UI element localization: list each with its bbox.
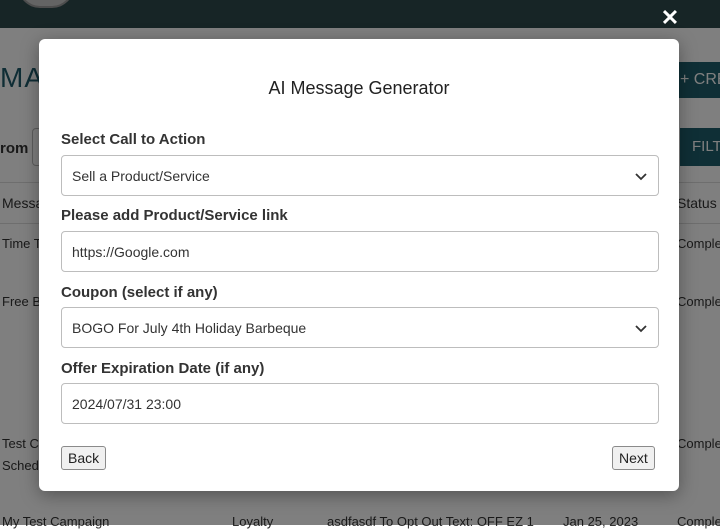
call-to-action-select[interactable]: Sell a Product/Service bbox=[61, 155, 659, 196]
product-link-label: Please add Product/Service link bbox=[61, 207, 288, 224]
coupon-value: BOGO For July 4th Holiday Barbeque bbox=[72, 319, 307, 336]
close-icon[interactable]: ✕ bbox=[658, 6, 682, 30]
ai-message-generator-modal: AI Message Generator Select Call to Acti… bbox=[39, 39, 679, 491]
next-button[interactable]: Next bbox=[612, 446, 655, 470]
chevron-down-icon bbox=[635, 172, 647, 180]
back-button[interactable]: Back bbox=[61, 446, 107, 470]
coupon-label: Coupon (select if any) bbox=[61, 284, 218, 301]
expiration-date-label: Offer Expiration Date (if any) bbox=[61, 360, 265, 377]
call-to-action-label: Select Call to Action bbox=[61, 131, 206, 148]
modal-title: AI Message Generator bbox=[268, 78, 450, 98]
coupon-select[interactable]: BOGO For July 4th Holiday Barbeque bbox=[61, 307, 659, 348]
product-link-value: https://Google.com bbox=[72, 243, 190, 260]
call-to-action-value: Sell a Product/Service bbox=[72, 167, 210, 184]
chevron-down-icon bbox=[635, 324, 647, 332]
product-link-input[interactable]: https://Google.com bbox=[61, 231, 659, 272]
expiration-date-input[interactable]: 2024/07/31 23:00 bbox=[61, 383, 659, 424]
expiration-date-value: 2024/07/31 23:00 bbox=[72, 395, 181, 412]
